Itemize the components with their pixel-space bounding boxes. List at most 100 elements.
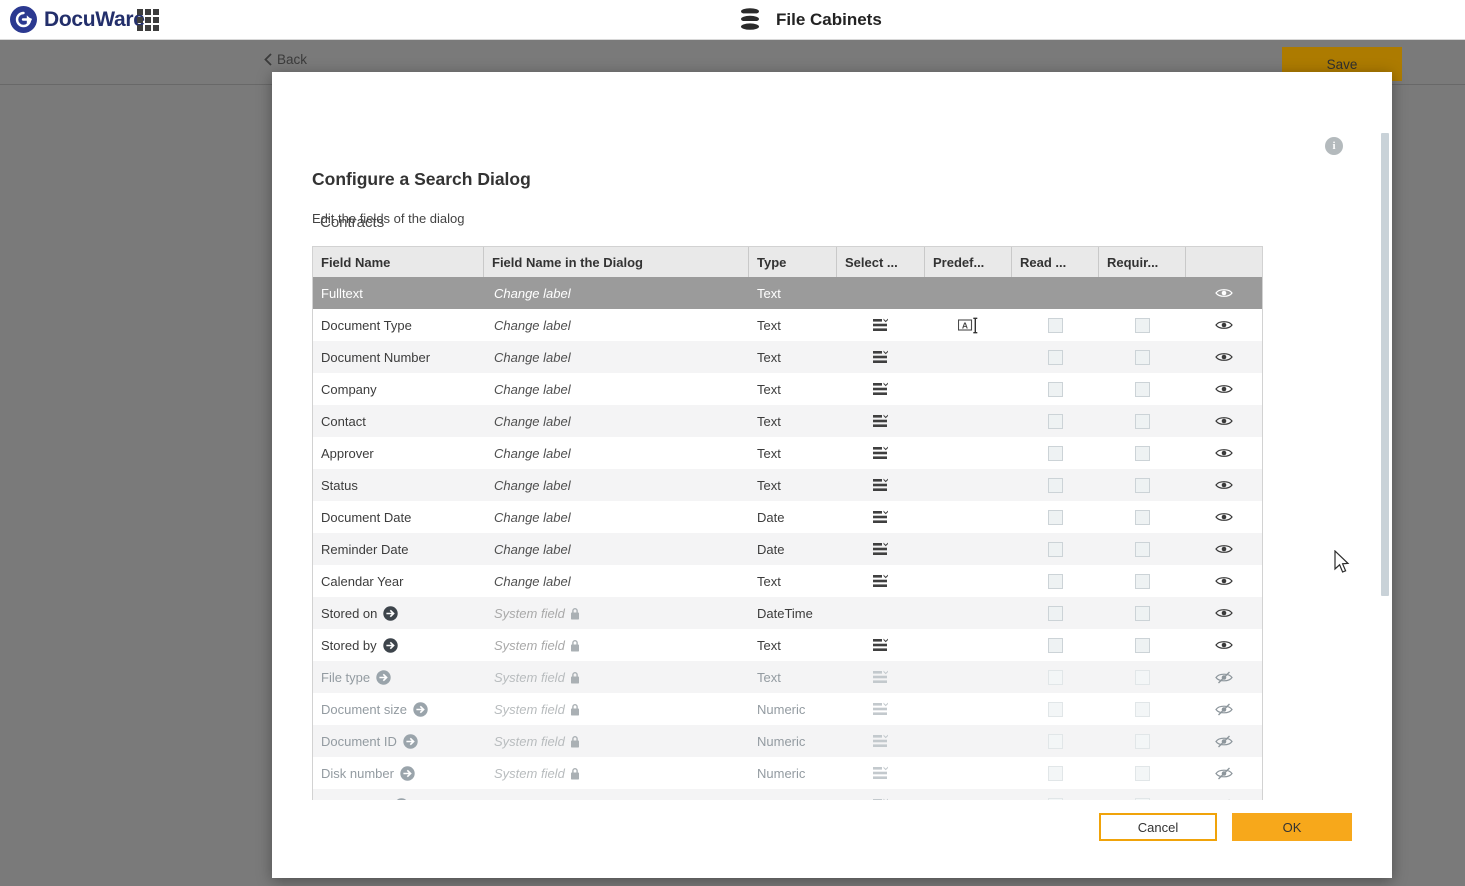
required-checkbox[interactable] xyxy=(1135,637,1150,653)
info-icon[interactable]: i xyxy=(1325,137,1343,155)
predefined-entry-button[interactable]: A xyxy=(958,317,979,334)
visibility-toggle-hidden[interactable] xyxy=(1215,767,1233,780)
visibility-toggle-hidden[interactable] xyxy=(1215,671,1233,684)
required-checkbox[interactable] xyxy=(1135,541,1150,557)
required-checkbox[interactable] xyxy=(1135,733,1150,749)
read-only-checkbox[interactable] xyxy=(1048,381,1063,397)
visibility-toggle[interactable] xyxy=(1215,479,1233,491)
table-row[interactable]: Contact Change label Text xyxy=(313,405,1262,437)
required-checkbox[interactable] xyxy=(1135,317,1150,333)
visibility-toggle[interactable] xyxy=(1215,319,1233,331)
table-row[interactable]: Company Change label Text xyxy=(313,373,1262,405)
required-checkbox[interactable] xyxy=(1135,477,1150,493)
cancel-button[interactable]: Cancel xyxy=(1099,813,1217,841)
visibility-toggle[interactable] xyxy=(1215,415,1233,427)
read-only-checkbox[interactable] xyxy=(1048,509,1063,525)
modal-scrollbar[interactable] xyxy=(1381,133,1389,596)
read-only-checkbox[interactable] xyxy=(1048,413,1063,429)
change-label-link[interactable]: Change label xyxy=(494,382,571,397)
table-row[interactable]: Stored on System field DateTime xyxy=(313,597,1262,629)
select-list-button[interactable] xyxy=(872,638,890,652)
select-list-button[interactable] xyxy=(872,798,890,800)
change-label-link[interactable]: Change label xyxy=(494,286,571,301)
visibility-toggle[interactable] xyxy=(1215,543,1233,555)
read-only-checkbox[interactable] xyxy=(1048,637,1063,653)
select-list-button[interactable] xyxy=(872,734,890,748)
visibility-toggle[interactable] xyxy=(1215,383,1233,395)
read-only-checkbox[interactable] xyxy=(1048,349,1063,365)
change-label-link[interactable]: Change label xyxy=(494,318,571,333)
visibility-toggle[interactable] xyxy=(1215,351,1233,363)
read-only-checkbox[interactable] xyxy=(1048,797,1063,800)
table-row[interactable]: File type System field Text xyxy=(313,661,1262,693)
select-list-button[interactable] xyxy=(872,766,890,780)
read-only-checkbox[interactable] xyxy=(1048,733,1063,749)
read-only-checkbox[interactable] xyxy=(1048,541,1063,557)
required-checkbox[interactable] xyxy=(1135,381,1150,397)
change-label-link[interactable]: Change label xyxy=(494,510,571,525)
change-label-link[interactable]: Change label xyxy=(494,542,571,557)
change-label-link[interactable]: Change label xyxy=(494,350,571,365)
select-list-button[interactable] xyxy=(872,350,890,364)
visibility-toggle[interactable] xyxy=(1215,575,1233,587)
change-label-link[interactable]: Change label xyxy=(494,446,571,461)
table-row[interactable]: Document Type Change label Text A xyxy=(313,309,1262,341)
select-list-button[interactable] xyxy=(872,670,890,684)
table-row[interactable]: Document ID System field Numeric xyxy=(313,725,1262,757)
select-list-button[interactable] xyxy=(872,318,890,332)
visibility-toggle[interactable] xyxy=(1215,639,1233,651)
table-row[interactable]: Reminder Date Change label Date xyxy=(313,533,1262,565)
read-only-checkbox[interactable] xyxy=(1048,445,1063,461)
visibility-toggle-hidden[interactable] xyxy=(1215,799,1233,800)
select-list-button[interactable] xyxy=(872,542,890,556)
change-label-link[interactable]: Change label xyxy=(494,478,571,493)
select-list-button[interactable] xyxy=(872,510,890,524)
read-only-checkbox[interactable] xyxy=(1048,701,1063,717)
ok-button[interactable]: OK xyxy=(1232,813,1352,841)
select-list-button[interactable] xyxy=(872,446,890,460)
visibility-toggle[interactable] xyxy=(1215,607,1233,619)
table-row[interactable]: Document size System field Numeric xyxy=(313,693,1262,725)
visibility-toggle[interactable] xyxy=(1215,287,1233,299)
visibility-toggle[interactable] xyxy=(1215,447,1233,459)
read-only-checkbox[interactable] xyxy=(1048,477,1063,493)
table-row[interactable]: Stored by System field Text xyxy=(313,629,1262,661)
table-row[interactable]: Calendar Year Change label Text xyxy=(313,565,1262,597)
table-row[interactable]: Status Change label Text xyxy=(313,469,1262,501)
required-checkbox[interactable] xyxy=(1135,669,1150,685)
required-checkbox[interactable] xyxy=(1135,765,1150,781)
table-row[interactable]: Document Number Change label Text xyxy=(313,341,1262,373)
table-row[interactable]: Modified on System field DateTime xyxy=(313,789,1262,800)
select-list-button[interactable] xyxy=(872,382,890,396)
visibility-toggle-hidden[interactable] xyxy=(1215,703,1233,716)
select-list-button[interactable] xyxy=(872,478,890,492)
select-list-button[interactable] xyxy=(872,414,890,428)
required-checkbox[interactable] xyxy=(1135,349,1150,365)
required-checkbox[interactable] xyxy=(1135,797,1150,800)
table-row[interactable]: Approver Change label Text xyxy=(313,437,1262,469)
change-label-link[interactable]: Change label xyxy=(494,414,571,429)
required-checkbox[interactable] xyxy=(1135,413,1150,429)
required-checkbox[interactable] xyxy=(1135,701,1150,717)
required-checkbox[interactable] xyxy=(1135,605,1150,621)
read-only-checkbox[interactable] xyxy=(1048,765,1063,781)
read-only-checkbox[interactable] xyxy=(1048,317,1063,333)
read-only-checkbox[interactable] xyxy=(1048,669,1063,685)
required-checkbox[interactable] xyxy=(1135,573,1150,589)
table-row[interactable]: Document Date Change label Date xyxy=(313,501,1262,533)
brand[interactable]: DocuWare xyxy=(10,6,145,33)
visibility-toggle[interactable] xyxy=(1215,511,1233,523)
read-only-checkbox[interactable] xyxy=(1048,573,1063,589)
change-label-link[interactable]: Change label xyxy=(494,574,571,589)
back-button[interactable]: Back xyxy=(264,52,307,67)
table-row[interactable]: Disk number System field Numeric xyxy=(313,757,1262,789)
select-list-button[interactable] xyxy=(872,702,890,716)
required-checkbox[interactable] xyxy=(1135,445,1150,461)
required-checkbox[interactable] xyxy=(1135,509,1150,525)
read-only-checkbox[interactable] xyxy=(1048,605,1063,621)
visibility-toggle-hidden[interactable] xyxy=(1215,735,1233,748)
apps-grid-icon[interactable] xyxy=(137,9,159,31)
select-list-button[interactable] xyxy=(872,574,890,588)
table-row[interactable]: Fulltext Change label Text xyxy=(313,277,1262,309)
lock-icon xyxy=(570,607,580,620)
